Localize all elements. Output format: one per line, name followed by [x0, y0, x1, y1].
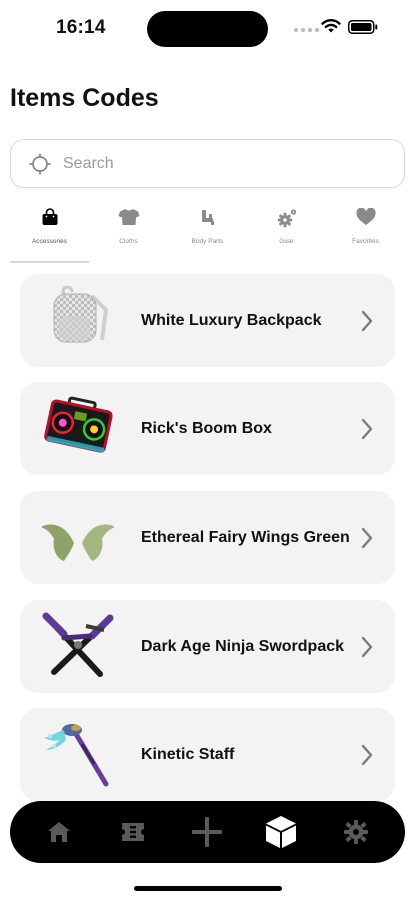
page-title: Items Codes [10, 84, 159, 112]
plus-icon [192, 817, 222, 847]
battery-icon [348, 20, 378, 34]
nav-add-button[interactable] [177, 801, 237, 863]
nav-ticket-button[interactable] [103, 801, 163, 863]
item-card[interactable]: Kinetic Staff [20, 708, 395, 801]
tab-label: Cloths [119, 238, 138, 245]
search-input[interactable] [63, 150, 383, 178]
item-name: Dark Age Ninja Swordpack [141, 638, 345, 655]
fairy-wings-image [42, 524, 114, 561]
tab-accessories[interactable]: Accessories [10, 202, 89, 263]
tab-favorites[interactable]: Favorites [326, 202, 405, 262]
home-icon [48, 822, 70, 842]
tab-label: Body Parts [191, 238, 224, 245]
gear-icon [277, 209, 296, 228]
category-tabs: Accessories Cloths Body Parts Gear Favor… [10, 202, 405, 264]
bottom-navigation-bar [10, 801, 405, 863]
item-name: Ethereal Fairy Wings Green [141, 529, 350, 546]
swordpack-image [42, 612, 114, 677]
boombox-image [44, 396, 113, 453]
cellular-signal-icon [294, 28, 319, 32]
status-bar: 16:14 [0, 0, 415, 56]
shirt-icon [118, 209, 139, 225]
item-card[interactable]: White Luxury Backpack [20, 274, 395, 367]
ticket-icon [122, 823, 144, 841]
box-icon [266, 816, 296, 848]
search-bar[interactable] [10, 139, 405, 188]
item-name: Rick's Boom Box [141, 420, 272, 437]
chevron-right-icon [361, 527, 373, 549]
item-card[interactable]: Ethereal Fairy Wings Green [20, 491, 395, 584]
item-card[interactable]: Dark Age Ninja Swordpack [20, 600, 395, 693]
crosshair-search-icon [29, 153, 51, 175]
nav-settings-button[interactable] [326, 801, 386, 863]
item-name: Kinetic Staff [141, 746, 235, 763]
active-tab-indicator [10, 261, 89, 263]
bag-icon [42, 208, 57, 225]
chevron-right-icon [361, 310, 373, 332]
tab-gear[interactable]: Gear [247, 202, 326, 262]
settings-icon [344, 820, 368, 844]
tab-label: Favorites [352, 238, 379, 245]
staff-image [44, 724, 109, 787]
status-time: 16:14 [56, 17, 106, 38]
chevron-right-icon [361, 418, 373, 440]
item-name: White Luxury Backpack [141, 312, 322, 329]
wifi-icon [321, 19, 341, 33]
heart-icon [355, 208, 376, 225]
item-card[interactable]: Rick's Boom Box [20, 382, 395, 475]
nav-home-button[interactable] [29, 801, 89, 863]
tab-body-parts[interactable]: Body Parts [168, 202, 247, 262]
nav-items-button[interactable] [251, 801, 311, 863]
chevron-right-icon [361, 636, 373, 658]
tab-label: Accessories [31, 238, 68, 245]
home-indicator [134, 886, 282, 891]
backpack-image [53, 286, 109, 343]
body-parts-icon [201, 210, 214, 225]
tab-label: Gear [279, 238, 294, 245]
chevron-right-icon [361, 744, 373, 766]
tab-cloths[interactable]: Cloths [89, 202, 168, 262]
dynamic-island [147, 11, 268, 47]
